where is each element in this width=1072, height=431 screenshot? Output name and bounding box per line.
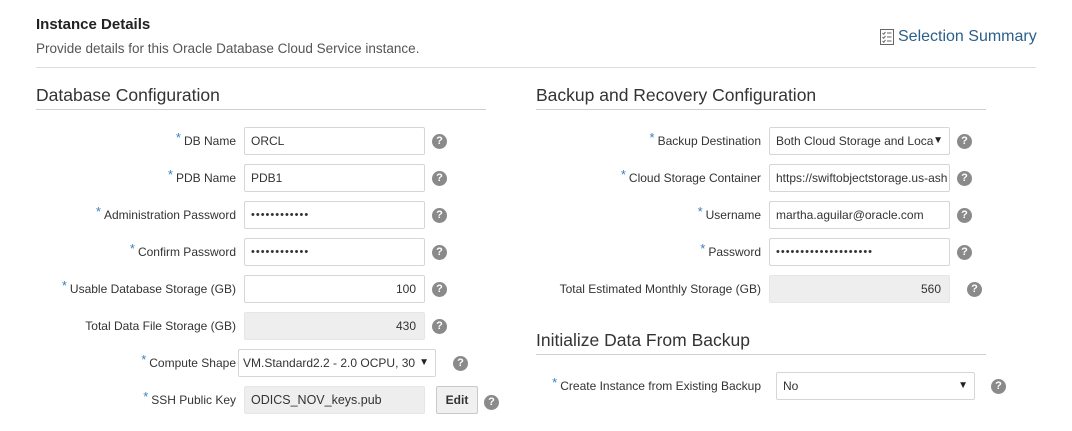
password-label: * Password xyxy=(700,241,761,259)
required-marker: * xyxy=(175,130,181,145)
username-label: * Username xyxy=(697,204,761,222)
selection-summary-link[interactable]: Selection Summary xyxy=(880,28,1037,46)
confirm-password-help-icon[interactable]: ? xyxy=(432,245,447,260)
required-marker: * xyxy=(141,352,147,367)
dropdown-caret-icon: ▼ xyxy=(419,357,429,368)
ssh-key-value: ODICS_NOV_keys.pub xyxy=(244,386,425,414)
required-marker: * xyxy=(61,278,67,293)
pdb-name-input[interactable]: PDB1 xyxy=(244,164,425,192)
cloud-storage-container-help-icon[interactable]: ? xyxy=(957,171,972,186)
total-storage-label: Total Data File Storage (GB) xyxy=(85,319,236,333)
db-name-help-icon[interactable]: ? xyxy=(432,134,447,149)
monthly-storage-help-icon[interactable]: ? xyxy=(967,282,982,297)
ssh-key-edit-button[interactable]: Edit xyxy=(436,386,478,414)
required-marker: * xyxy=(143,389,149,404)
compute-shape-value: VM.Standard2.2 - 2.0 OCPU, 30 xyxy=(243,356,416,370)
total-storage-help-icon[interactable]: ? xyxy=(432,319,447,334)
checklist-icon xyxy=(880,29,894,45)
usable-storage-help-icon[interactable]: ? xyxy=(432,282,447,297)
create-from-backup-help-icon[interactable]: ? xyxy=(991,379,1006,394)
init-backup-divider xyxy=(536,354,986,355)
backup-config-heading: Backup and Recovery Configuration xyxy=(536,85,817,105)
compute-shape-select[interactable]: VM.Standard2.2 - 2.0 OCPU, 30 ▼ xyxy=(238,349,436,377)
required-marker: * xyxy=(129,241,135,256)
dropdown-caret-icon: ▼ xyxy=(958,380,968,391)
password-help-icon[interactable]: ? xyxy=(957,245,972,260)
confirm-password-input[interactable]: •••••••••••• xyxy=(244,238,425,266)
required-marker: * xyxy=(700,241,706,256)
backup-destination-select[interactable]: Both Cloud Storage and Loca ▼ xyxy=(769,127,950,155)
username-input[interactable]: martha.aguilar@oracle.com xyxy=(769,201,950,229)
password-input[interactable]: •••••••••••••••••••• xyxy=(769,238,950,266)
required-marker: * xyxy=(620,167,626,182)
compute-shape-help-icon[interactable]: ? xyxy=(453,356,468,371)
pdb-name-label: * PDB Name xyxy=(167,167,236,185)
create-from-backup-label: * Create Instance from Existing Backup xyxy=(552,375,761,393)
confirm-password-label: * Confirm Password xyxy=(129,241,236,259)
cloud-storage-container-label: * Cloud Storage Container xyxy=(620,167,761,185)
cloud-storage-container-input[interactable]: https://swiftobjectstorage.us-ash xyxy=(769,164,950,192)
required-marker: * xyxy=(167,167,173,182)
selection-summary-label: Selection Summary xyxy=(898,28,1037,45)
monthly-storage-value: 560 xyxy=(769,275,950,303)
create-from-backup-value: No xyxy=(783,379,799,393)
admin-password-label: * Administration Password xyxy=(95,204,236,222)
page-title: Instance Details xyxy=(36,16,151,33)
required-marker: * xyxy=(95,204,101,219)
compute-shape-label: * Compute Shape xyxy=(141,352,236,370)
admin-password-help-icon[interactable]: ? xyxy=(432,208,447,223)
database-config-divider xyxy=(36,109,486,110)
backup-config-divider xyxy=(536,109,986,110)
required-marker: * xyxy=(649,130,655,145)
backup-destination-value: Both Cloud Storage and Loca xyxy=(776,134,934,148)
usable-storage-input[interactable]: 100 xyxy=(244,275,425,303)
monthly-storage-label: Total Estimated Monthly Storage (GB) xyxy=(559,282,761,296)
database-config-heading: Database Configuration xyxy=(36,85,220,105)
pdb-name-help-icon[interactable]: ? xyxy=(432,171,447,186)
required-marker: * xyxy=(552,375,558,390)
total-storage-value: 430 xyxy=(244,312,425,340)
required-marker: * xyxy=(697,204,703,219)
ssh-key-label: * SSH Public Key xyxy=(143,389,236,407)
page-subtitle: Provide details for this Oracle Database… xyxy=(36,41,420,56)
create-from-backup-select[interactable]: No ▼ xyxy=(776,372,975,400)
header-divider xyxy=(36,67,1036,68)
backup-destination-label: * Backup Destination xyxy=(649,130,761,148)
db-name-label: * DB Name xyxy=(175,130,236,148)
username-help-icon[interactable]: ? xyxy=(957,208,972,223)
init-backup-heading: Initialize Data From Backup xyxy=(536,330,750,350)
dropdown-caret-icon: ▼ xyxy=(933,135,943,146)
admin-password-input[interactable]: •••••••••••• xyxy=(244,201,425,229)
backup-destination-help-icon[interactable]: ? xyxy=(957,134,972,149)
db-name-input[interactable]: ORCL xyxy=(244,127,425,155)
ssh-key-help-icon[interactable]: ? xyxy=(484,395,499,410)
usable-storage-label: * Usable Database Storage (GB) xyxy=(61,278,236,296)
